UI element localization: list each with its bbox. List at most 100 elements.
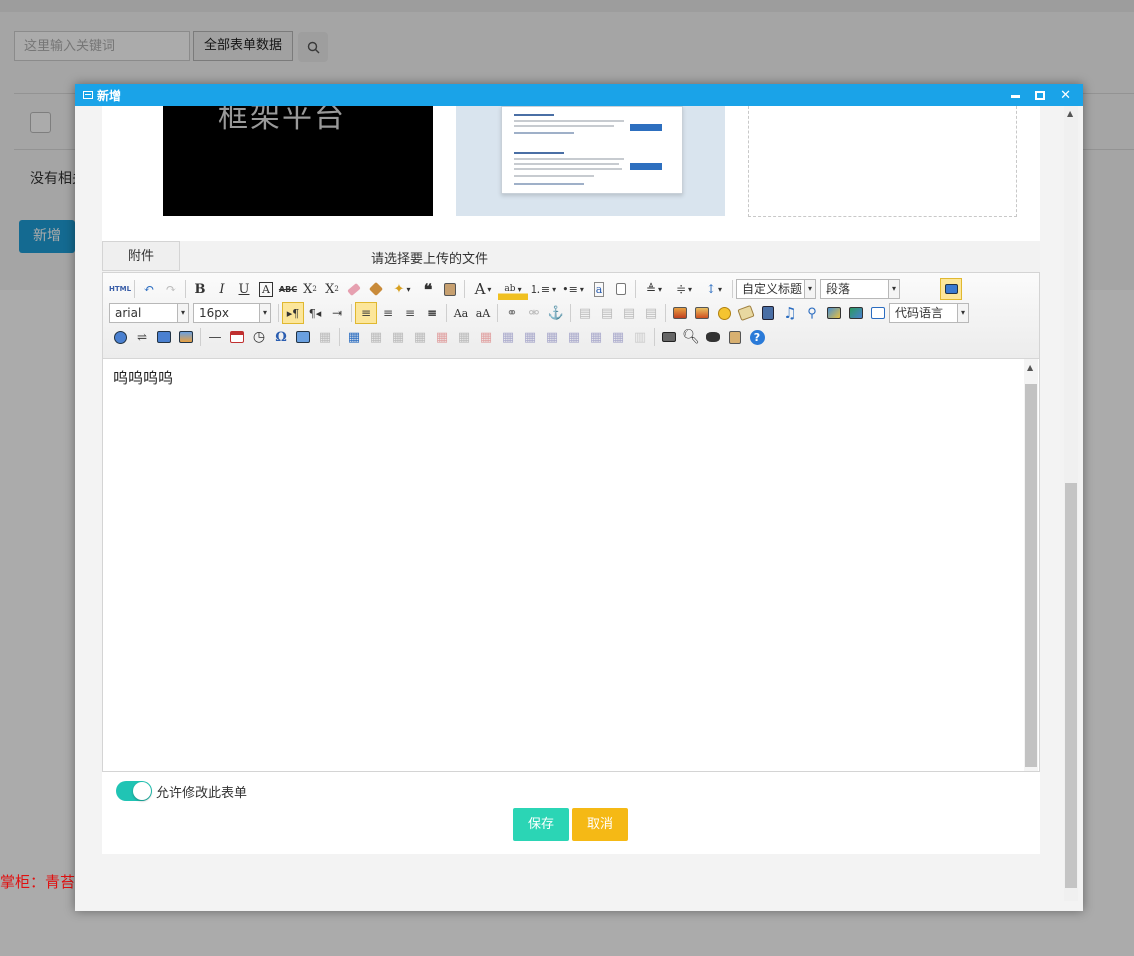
blockquote-icon[interactable]: ❝ (417, 278, 439, 300)
attachment-button[interactable]: 附件 (102, 241, 180, 271)
horizontal-split-icon[interactable]: ⇌ (131, 326, 153, 348)
line-height-icon[interactable]: ↕ (699, 278, 729, 300)
align-center-icon[interactable]: ≡ (377, 302, 399, 324)
merge-right-icon[interactable]: ▦ (519, 326, 541, 348)
scroll-up-icon[interactable]: ▲ (1067, 109, 1073, 118)
print-icon[interactable] (658, 326, 680, 348)
rtl-direction-icon[interactable]: ¶◂ (304, 302, 326, 324)
cancel-button[interactable]: 取消 (572, 808, 628, 841)
delete-col-icon[interactable]: ▦ (475, 326, 497, 348)
image-right-icon[interactable]: ▤ (618, 302, 640, 324)
merge-down-icon[interactable]: ▦ (541, 326, 563, 348)
image-gallery-icon[interactable] (823, 302, 845, 324)
page-break-icon[interactable] (109, 326, 131, 348)
horizontal-rule-icon[interactable]: — (204, 326, 226, 348)
template-icon[interactable] (153, 326, 175, 348)
image-thumbnail-1[interactable]: 框架平台 (163, 106, 433, 216)
emotion-icon[interactable] (713, 302, 735, 324)
bold-icon[interactable]: B (189, 278, 211, 300)
editor-body[interactable]: 呜呜呜呜 (113, 367, 173, 388)
row-spacing-bottom-icon[interactable]: ≑ (669, 278, 699, 300)
special-char-icon[interactable]: Ω (270, 326, 292, 348)
editor-scroll-thumb[interactable] (1025, 384, 1037, 767)
row-spacing-top-icon[interactable]: ≜ (639, 278, 669, 300)
allow-edit-toggle[interactable] (116, 781, 152, 801)
auto-format-icon[interactable]: ✦ (387, 278, 417, 300)
time-icon[interactable]: ◷ (248, 326, 270, 348)
align-left-icon[interactable]: ≡ (355, 302, 377, 324)
undo-icon[interactable]: ↶ (138, 278, 160, 300)
insert-caption-icon[interactable]: ▦ (387, 326, 409, 348)
drafts-icon[interactable] (724, 326, 746, 348)
highlight-color-icon[interactable]: ab (498, 278, 528, 300)
dialog-scrollbar[interactable]: ▲ (1064, 106, 1078, 901)
underline-icon[interactable]: U (233, 278, 255, 300)
split-cells-icon[interactable]: ▦ (563, 326, 585, 348)
maximize-icon[interactable] (1035, 90, 1046, 100)
insert-col-icon[interactable]: ▦ (453, 326, 475, 348)
paragraph-format-select[interactable]: 段落 (820, 279, 900, 299)
background-icon[interactable] (175, 326, 197, 348)
music-icon[interactable]: ♫ (779, 302, 801, 324)
split-cols-icon[interactable]: ▦ (607, 326, 629, 348)
map-icon[interactable] (845, 302, 867, 324)
image-upload-placeholder[interactable] (748, 106, 1017, 217)
ordered-list-icon[interactable]: ⒈≡ (528, 278, 558, 300)
font-color-icon[interactable]: A (468, 278, 498, 300)
insert-image-icon[interactable] (691, 302, 713, 324)
close-icon[interactable]: ✕ (1060, 89, 1071, 102)
insert-video-icon[interactable] (757, 302, 779, 324)
align-right-icon[interactable]: ≡ (399, 302, 421, 324)
image-none-icon[interactable]: ▤ (574, 302, 596, 324)
attachment-icon[interactable]: ⚲ (801, 302, 823, 324)
image-thumbnail-2[interactable] (456, 106, 725, 216)
insert-frame-icon[interactable] (867, 302, 889, 324)
preview-icon[interactable]: 🔍︎ (680, 326, 702, 348)
save-button[interactable]: 保存 (513, 808, 569, 841)
delete-row-icon[interactable]: ▦ (431, 326, 453, 348)
anchor-icon[interactable]: ⚓ (545, 302, 567, 324)
custom-heading-select[interactable]: 自定义标题 (736, 279, 816, 299)
scroll-up-icon[interactable]: ▲ (1027, 363, 1033, 372)
to-uppercase-icon[interactable]: Aa (450, 302, 472, 324)
link-icon[interactable]: ⚭ (501, 302, 523, 324)
simple-upload-icon[interactable] (669, 302, 691, 324)
edit-tip-icon[interactable]: ▦ (314, 326, 336, 348)
clear-doc-icon[interactable] (610, 278, 632, 300)
subscript-icon[interactable]: X2 (321, 278, 343, 300)
format-brush-icon[interactable] (365, 278, 387, 300)
font-border-icon[interactable]: A (255, 278, 277, 300)
word-image-icon[interactable] (292, 326, 314, 348)
chart-icon[interactable]: ▥ (629, 326, 651, 348)
italic-icon[interactable]: I (211, 278, 233, 300)
editor-scrollbar[interactable]: ▲ (1024, 359, 1038, 771)
to-lowercase-icon[interactable]: aA (472, 302, 494, 324)
image-center-icon[interactable]: ▤ (640, 302, 662, 324)
minimize-icon[interactable] (1011, 94, 1021, 98)
select-all-icon[interactable]: a (588, 278, 610, 300)
strikethrough-icon[interactable]: ABC (277, 278, 299, 300)
ltr-direction-icon[interactable]: ▸¶ (282, 302, 304, 324)
unlink-icon[interactable]: ⚮ (523, 302, 545, 324)
image-left-icon[interactable]: ▤ (596, 302, 618, 324)
delete-table-icon[interactable]: ▦ (365, 326, 387, 348)
indent-icon[interactable]: ⇥ (326, 302, 348, 324)
font-size-select[interactable]: 16px (193, 303, 271, 323)
redo-icon[interactable]: ↷ (160, 278, 182, 300)
font-family-select[interactable]: arial (109, 303, 189, 323)
search-replace-icon[interactable] (702, 326, 724, 348)
scrawl-icon[interactable] (735, 302, 757, 324)
insert-row-icon[interactable]: ▦ (409, 326, 431, 348)
unordered-list-icon[interactable]: •≡ (558, 278, 588, 300)
html-source-button[interactable]: HTML (109, 278, 131, 300)
split-rows-icon[interactable]: ▦ (585, 326, 607, 348)
merge-cells-icon[interactable]: ▦ (497, 326, 519, 348)
dialog-scroll-thumb[interactable] (1065, 483, 1077, 888)
eraser-icon[interactable] (343, 278, 365, 300)
superscript-icon[interactable]: X2 (299, 278, 321, 300)
date-icon[interactable] (226, 326, 248, 348)
fullscreen-icon[interactable] (940, 278, 962, 300)
code-language-select[interactable]: 代码语言 (889, 303, 969, 323)
dialog-title-bar[interactable]: 新增 ✕ (75, 84, 1083, 106)
help-icon[interactable]: ? (746, 326, 768, 348)
